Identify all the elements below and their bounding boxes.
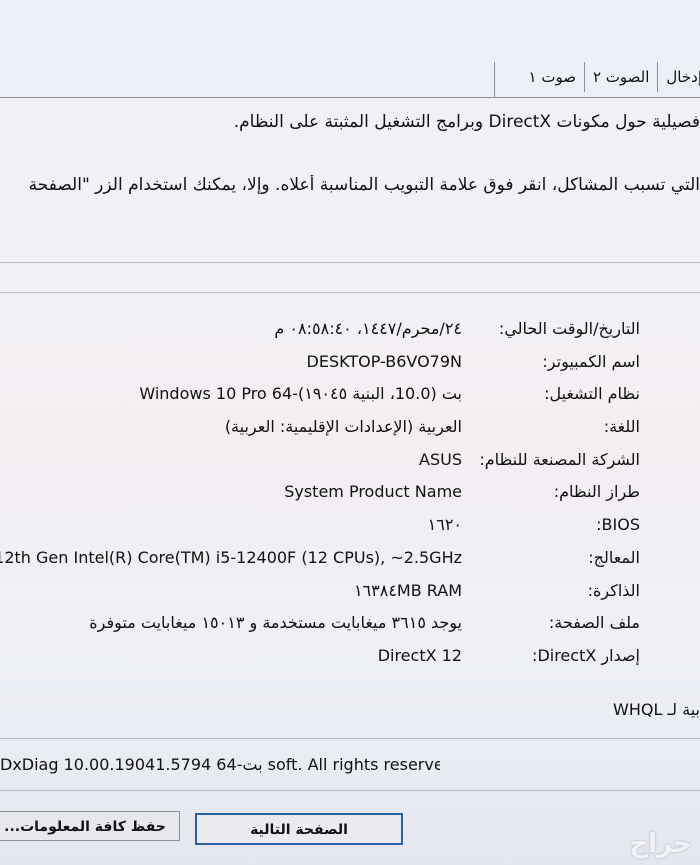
info-value: 12th Gen Intel(R) Core(TM) i5-12400F (12… [0,547,462,567]
info-label: التاريخ/الوقت الحالي: [498,319,640,338]
info-row-datetime: التاريخ/الوقت الحالي: ٢٤/محرم/١٤٤٧، ٠٨:٥… [0,315,700,348]
dxdiag-window: صوت ١ الصوت ٢ إدخال فصيلية حول مكونات Di… [0,0,700,865]
info-label: ملف الصفحة: [548,613,640,633]
whql-checkbox-text: بية لـ WHQL [613,700,700,719]
info-row-page-file: ملف الصفحة: يوجد ٣٦١٥ ميغابايت مستخدمة و… [0,609,700,642]
tab-row: صوت ١ الصوت ٢ إدخال [520,62,700,92]
info-value: DirectX 12 [377,645,462,665]
info-label: نظام التشغيل: [544,384,640,404]
divider-section [0,292,700,293]
info-value: ١٦٢٠ [427,515,462,535]
info-label: اسم الكمبيوتر: [542,351,640,371]
watermark-logo: حراج [629,829,692,859]
tab-sound-1-label: صوت ١ [528,68,576,86]
next-page-button[interactable]: الصفحة التالية [195,813,403,845]
info-value: العربية (الإعدادات الإقليمية: العربية) [224,417,462,437]
tab-input[interactable]: إدخال [657,62,700,92]
info-value: ١٦٣٨٤MB RAM [353,580,462,600]
info-label: الشركة المصنعة للنظام: [479,449,640,469]
info-label: BIOS: [596,515,640,535]
version-text: DxDiag 10.00.19041.5794 64-بت soft. All … [0,755,440,774]
info-row-computer-name: اسم الكمبيوتر: DESKTOP-B6VO79N [0,348,700,381]
info-row-language: اللغة: العربية (الإعدادات الإقليمية: الع… [0,413,700,446]
info-row-processor: المعالج: 12th Gen Intel(R) Core(TM) i5-1… [0,544,700,577]
divider-footer [0,790,700,791]
info-row-os: نظام التشغيل: Windows 10 Pro 64-بت (10.0… [0,380,700,413]
divider-bottom [0,738,700,739]
tab-separator [494,62,495,98]
info-label: طراز النظام: [553,482,640,502]
tab-sound-1[interactable]: صوت ١ [520,62,584,92]
info-value: Windows 10 Pro 64-بت (10.0، البنية ١٩٠٤٥… [139,384,462,404]
info-row-manufacturer: الشركة المصنعة للنظام: ASUS [0,446,700,479]
info-row-model: طراز النظام: System Product Name [0,478,700,511]
info-value: DESKTOP-B6VO79N [306,351,462,371]
info-label: إصدار DirectX: [532,645,640,665]
info-value: يوجد ٣٦١٥ ميغابايت مستخدمة و ١٥٠١٣ ميغاب… [89,613,462,633]
intro-line-2: التي تسبب المشاكل، انقر فوق علامة التبوي… [28,175,700,195]
info-label: المعالج: [588,547,640,567]
info-row-memory: الذاكرة: ١٦٣٨٤MB RAM [0,577,700,610]
tab-underline [0,97,700,98]
tab-sound-2[interactable]: الصوت ٢ [583,62,658,92]
info-label: الذاكرة: [587,580,640,600]
tab-strip: صوت ١ الصوت ٢ إدخال [0,0,700,98]
intro-line-1: فصيلية حول مكونات DirectX وبرامج التشغيل… [233,112,700,132]
info-value: ASUS [419,449,462,469]
info-row-bios: BIOS: ١٦٢٠ [0,511,700,544]
info-value: ٢٤/محرم/١٤٤٧، ٠٨:٥٨:٤٠ م [274,319,462,338]
info-row-directx: إصدار DirectX: DirectX 12 [0,642,700,675]
system-info-table: التاريخ/الوقت الحالي: ٢٤/محرم/١٤٤٧، ٠٨:٥… [0,315,700,675]
divider-top [0,262,700,263]
tab-sound-2-label: الصوت ٢ [592,68,650,86]
info-value: System Product Name [284,482,462,502]
save-all-info-button[interactable]: حفظ كافة المعلومات... [0,811,180,841]
info-label: اللغة: [603,417,640,437]
tab-input-label: إدخال [666,68,700,86]
